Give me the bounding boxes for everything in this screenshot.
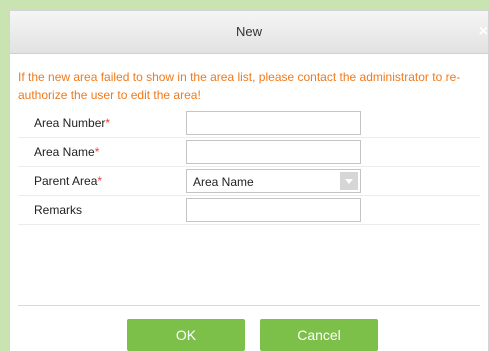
- parent-area-label: Parent Area*: [34, 174, 102, 188]
- ok-button[interactable]: OK: [127, 319, 245, 351]
- permission-notice: If the new area failed to show in the ar…: [18, 70, 461, 102]
- parent-area-label-text: Parent Area: [34, 174, 98, 188]
- area-number-input[interactable]: [186, 111, 361, 135]
- remarks-input[interactable]: [186, 198, 361, 222]
- required-mark: *: [94, 145, 100, 159]
- close-icon[interactable]: ×: [474, 23, 488, 41]
- form-row-parent-area: Parent Area* Area Name: [18, 167, 480, 196]
- area-name-input[interactable]: [186, 140, 361, 164]
- parent-area-select[interactable]: Area Name: [186, 169, 361, 193]
- cancel-button[interactable]: Cancel: [260, 319, 378, 351]
- footer-divider: [18, 305, 480, 306]
- area-number-label: Area Number*: [34, 116, 110, 130]
- parent-area-selected-value: Area Name: [193, 175, 254, 189]
- area-number-label-text: Area Number: [34, 116, 106, 130]
- area-name-label: Area Name*: [34, 145, 99, 159]
- required-mark: *: [105, 116, 111, 130]
- chevron-down-icon[interactable]: [340, 172, 358, 190]
- required-mark: *: [97, 174, 103, 188]
- area-form: Area Number* Area Name* Parent Area* Are…: [18, 109, 480, 225]
- dialog-title: New: [235, 24, 262, 39]
- remarks-label-text: Remarks: [34, 203, 83, 217]
- remarks-label: Remarks: [34, 203, 82, 217]
- new-area-dialog: New × If the new area failed to show in …: [9, 10, 489, 352]
- area-name-label-text: Area Name: [34, 145, 95, 159]
- dialog-titlebar: New ×: [10, 11, 488, 54]
- form-row-area-name: Area Name*: [18, 138, 480, 167]
- form-row-area-number: Area Number*: [18, 109, 480, 138]
- form-row-remarks: Remarks: [18, 196, 480, 225]
